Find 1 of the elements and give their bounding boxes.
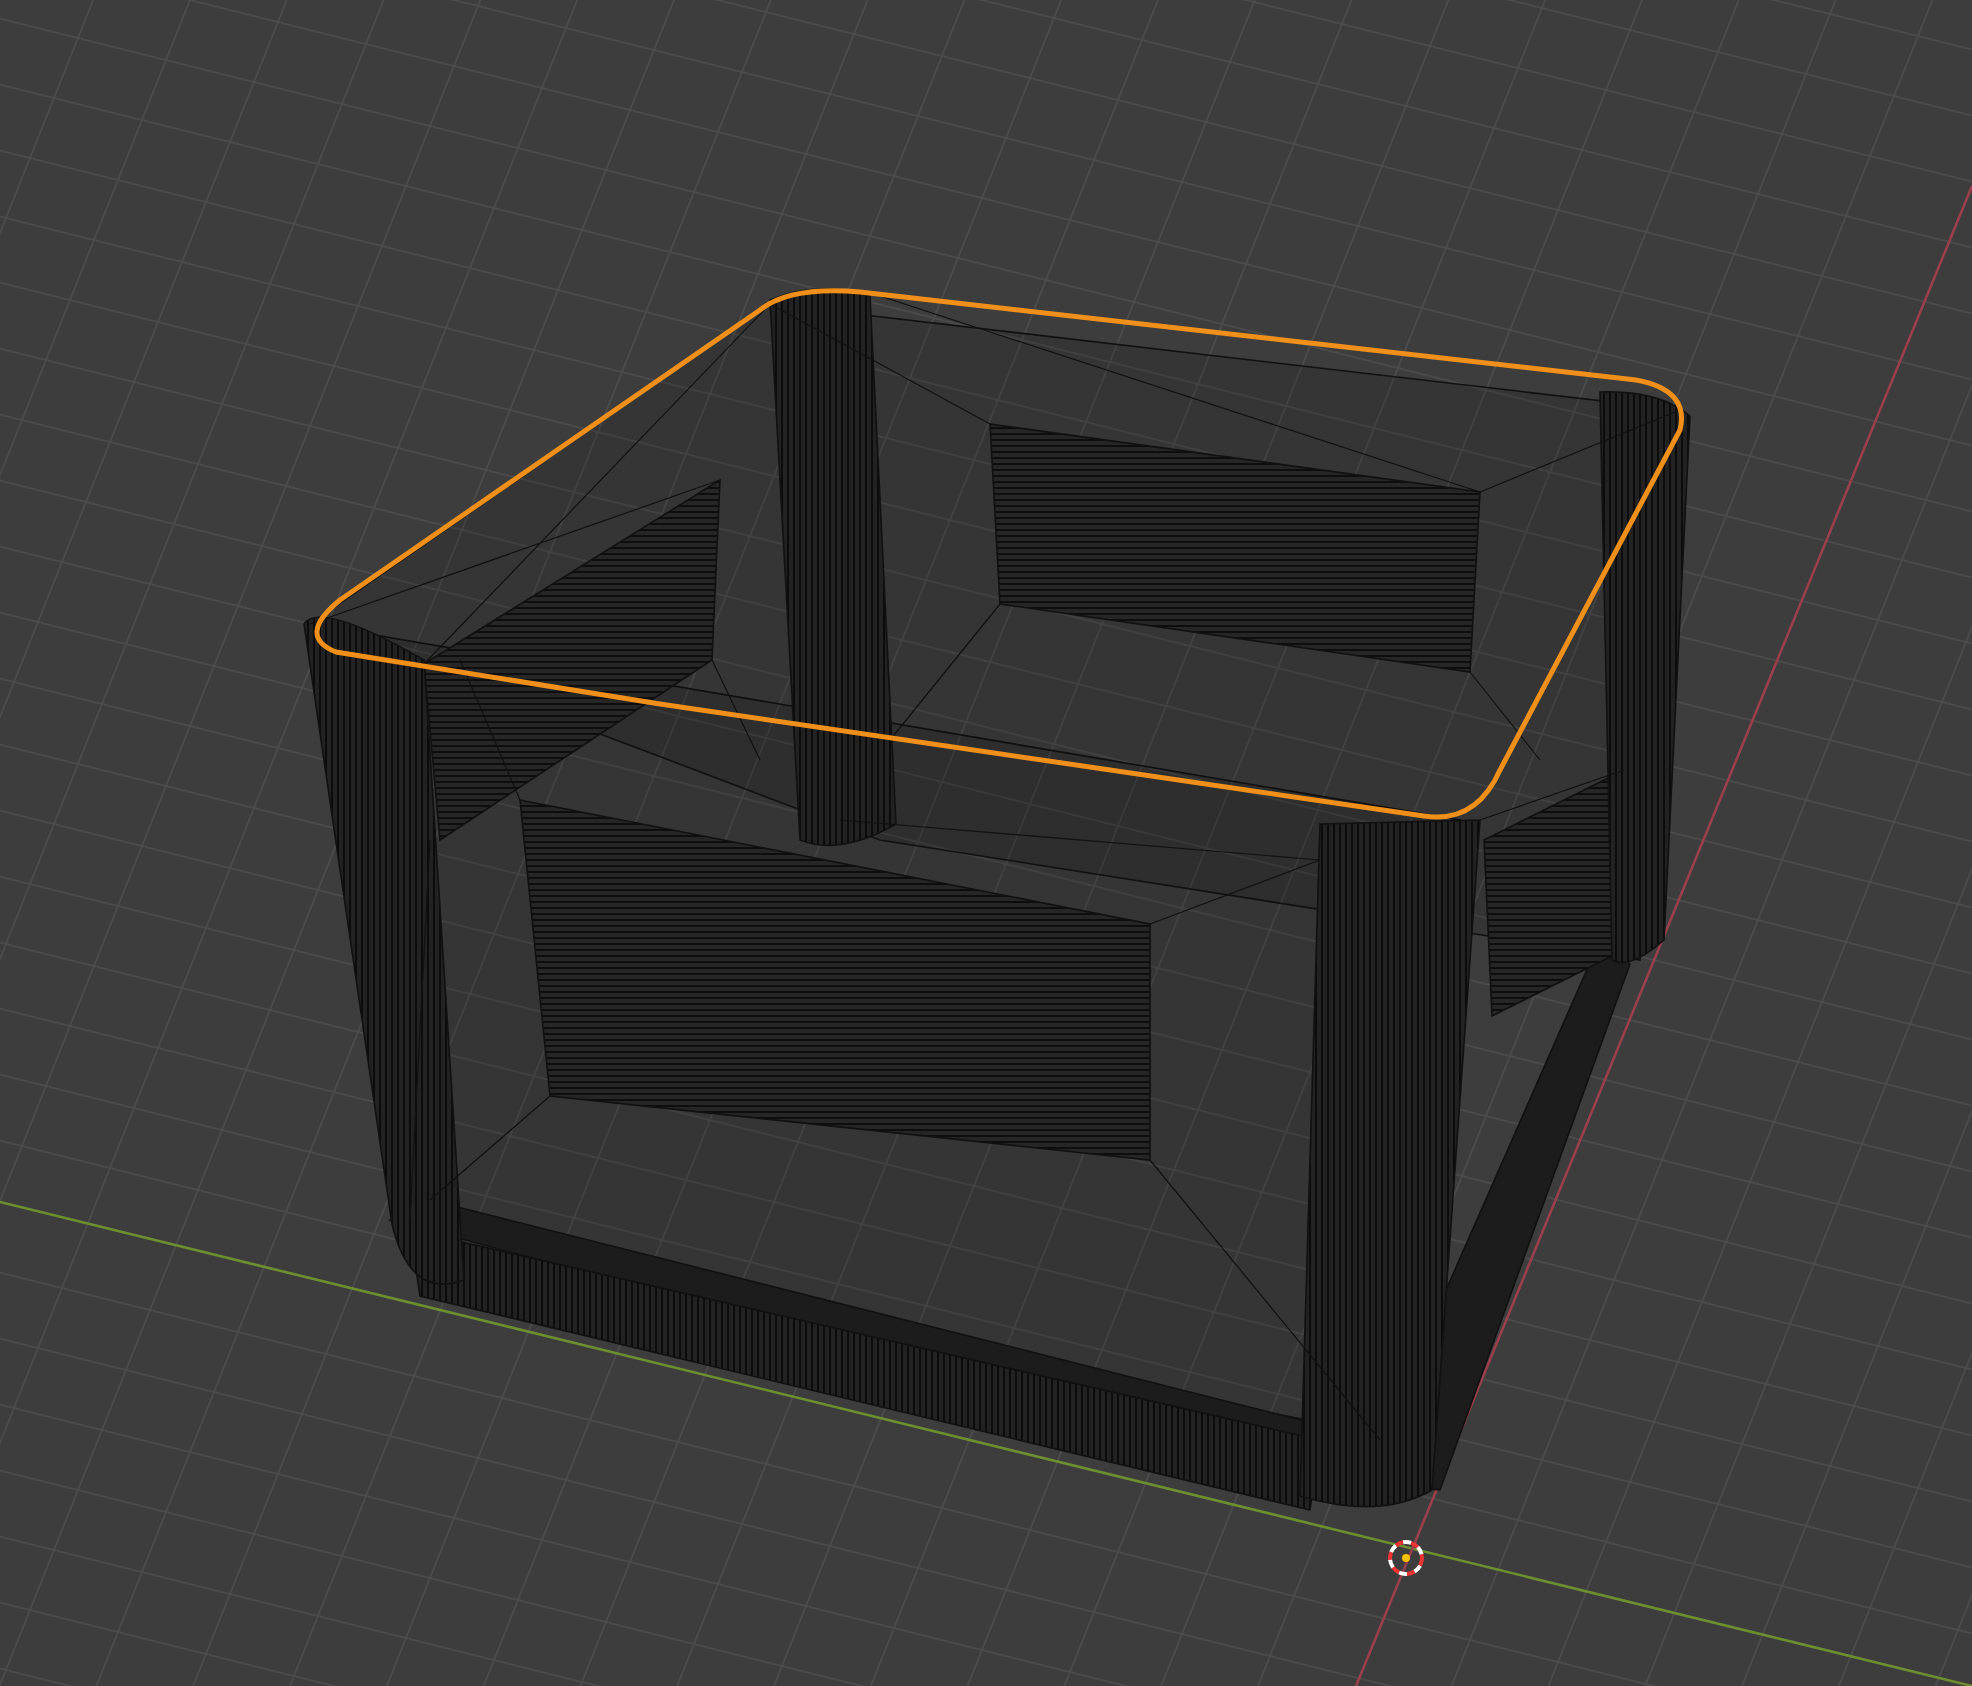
3d-cursor-icon [1388,1540,1424,1576]
